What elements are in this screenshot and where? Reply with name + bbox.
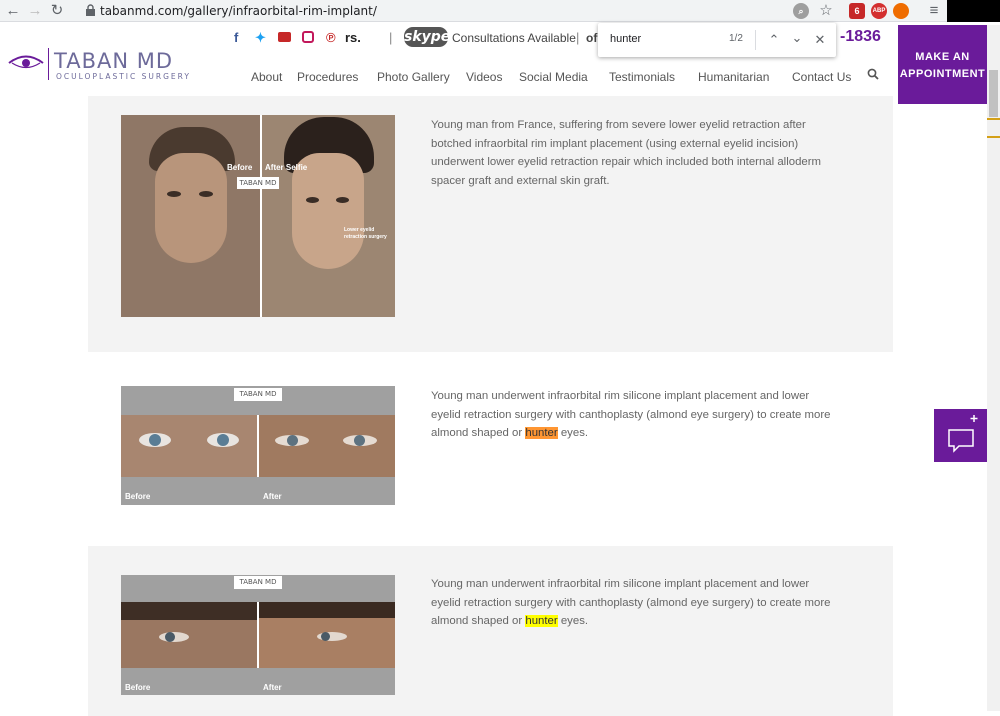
nav-social-media[interactable]: Social Media <box>519 70 588 84</box>
skype-icon[interactable]: skype <box>404 27 450 47</box>
gallery-description: Young man underwent infraorbital rim sil… <box>431 390 831 440</box>
phone-number[interactable]: -1836 <box>840 28 881 46</box>
find-previous-icon[interactable]: ⌃ <box>764 30 784 50</box>
find-next-icon[interactable]: ⌄ <box>787 28 807 48</box>
menu-icon[interactable]: ≡ <box>925 2 943 20</box>
make-appointment-button[interactable]: MAKE AN APPOINTMENT <box>898 25 987 104</box>
bookmark-star-icon[interactable]: ☆ <box>817 2 835 20</box>
before-profile <box>121 602 257 668</box>
find-input[interactable]: hunter <box>610 33 641 45</box>
find-in-page-bar: hunter 1/2 ⌃ ⌄ ✕ <box>598 23 836 57</box>
after-face <box>262 115 395 317</box>
chat-icon <box>948 415 978 453</box>
office-text: of <box>586 31 598 45</box>
chat-widget-button[interactable] <box>934 409 987 462</box>
find-divider <box>755 30 756 50</box>
twitter-icon[interactable]: ✦ <box>255 30 266 46</box>
before-after-photo[interactable]: TABAN MD Before After <box>121 575 395 695</box>
find-match-marker <box>987 118 1000 120</box>
lock-icon <box>86 4 95 16</box>
nav-photo-gallery[interactable]: Photo Gallery <box>377 70 450 84</box>
reload-icon[interactable]: ↻ <box>48 2 66 20</box>
separator: | <box>576 30 580 45</box>
before-after-photo[interactable]: Before After Selfie TABAN MD Lower eyeli… <box>121 115 395 317</box>
before-label: Before <box>125 492 151 501</box>
logo-eye-icon[interactable] <box>8 52 44 72</box>
logo-divider <box>48 48 49 80</box>
find-match-count: 1/2 <box>729 33 743 44</box>
find-highlight-active: hunter <box>525 427 558 440</box>
before-label: Before <box>227 163 253 172</box>
before-face <box>121 115 260 317</box>
watermark-logo: TABAN MD <box>234 576 282 589</box>
after-label: After <box>263 492 282 501</box>
address-bar[interactable]: tabanmd.com/gallery/infraorbital-rim-imp… <box>100 2 820 20</box>
zoom-indicator-icon[interactable]: ⌕ <box>793 3 809 19</box>
realself-icon[interactable]: rs. <box>345 30 361 45</box>
consultations-text: Consultations Available <box>452 31 576 45</box>
find-match-marker <box>987 136 1000 138</box>
after-profile <box>259 602 395 668</box>
watermark-logo: TABAN MD <box>237 177 279 189</box>
forward-icon[interactable]: → <box>26 2 44 20</box>
before-eyes <box>121 415 257 477</box>
nav-contact-us[interactable]: Contact Us <box>792 70 851 84</box>
nav-testimonials[interactable]: Testimonials <box>609 70 675 84</box>
browser-toolbar: ← → ↻ tabanmd.com/gallery/infraorbital-r… <box>0 0 1000 22</box>
photo-annotation: Lower eyelid retraction surgery <box>344 227 387 240</box>
adblock-icon[interactable]: ABP <box>871 3 887 19</box>
scrollbar[interactable] <box>987 25 1000 711</box>
logo-title[interactable]: TABAN MD <box>54 49 173 73</box>
search-icon[interactable] <box>867 68 879 80</box>
youtube-icon[interactable] <box>278 32 291 42</box>
ublock-icon[interactable]: 6 <box>849 3 865 19</box>
instagram-icon[interactable] <box>302 31 314 43</box>
watermark-logo: TABAN MD <box>234 388 282 401</box>
nav-humanitarian[interactable]: Humanitarian <box>698 70 769 84</box>
find-highlight: hunter <box>525 615 558 628</box>
after-label: After Selfie <box>265 163 308 172</box>
separator: | <box>389 30 393 45</box>
logo-subtitle: OCULOPLASTIC SURGERY <box>56 72 191 81</box>
gallery-description: Young man underwent infraorbital rim sil… <box>431 578 831 628</box>
find-close-icon[interactable]: ✕ <box>810 30 830 50</box>
before-after-photo[interactable]: TABAN MD Before After <box>121 386 395 505</box>
gallery-description: Young man from France, suffering from se… <box>431 119 822 187</box>
after-label: After <box>263 683 282 692</box>
back-icon[interactable]: ← <box>4 2 22 20</box>
nav-procedures[interactable]: Procedures <box>297 70 358 84</box>
nav-videos[interactable]: Videos <box>466 70 502 84</box>
before-label: Before <box>125 683 151 692</box>
after-eyes <box>259 415 395 477</box>
nav-about[interactable]: About <box>251 70 282 84</box>
pinterest-icon[interactable]: ℗ <box>326 30 336 45</box>
scroll-thumb[interactable] <box>989 70 998 117</box>
lastpass-icon[interactable] <box>893 3 909 19</box>
facebook-icon[interactable]: f <box>234 30 238 45</box>
